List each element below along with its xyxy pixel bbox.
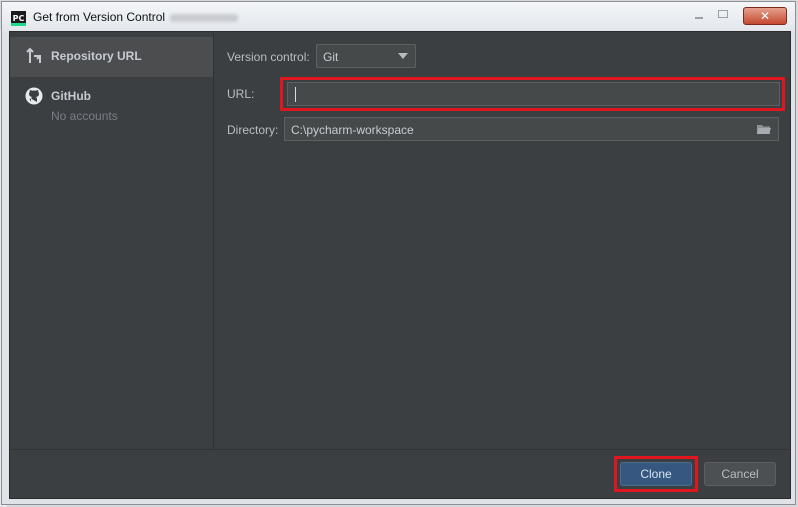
clone-button[interactable]: Clone bbox=[620, 462, 692, 486]
dialog-content: Repository URL GitHub No accounts Versio… bbox=[9, 31, 791, 499]
directory-value: C:\pycharm-workspace bbox=[291, 123, 414, 137]
maximize-button[interactable] bbox=[716, 8, 730, 20]
sidebar: Repository URL GitHub No accounts bbox=[10, 32, 214, 449]
title-blurred-text bbox=[170, 14, 238, 22]
url-input[interactable] bbox=[287, 82, 780, 106]
sidebar-item-repository-url[interactable]: Repository URL bbox=[10, 37, 213, 77]
version-control-label: Version control: bbox=[227, 50, 310, 64]
vcs-arrow-icon bbox=[26, 47, 41, 63]
window-title: Get from Version Control bbox=[33, 10, 166, 24]
directory-input[interactable]: C:\pycharm-workspace bbox=[284, 117, 779, 141]
pycharm-icon: PC bbox=[11, 11, 26, 26]
minimize-button[interactable] bbox=[692, 10, 706, 20]
close-button[interactable]: ✕ bbox=[743, 7, 787, 25]
sidebar-item-label: GitHub bbox=[51, 89, 91, 103]
version-control-select[interactable]: Git bbox=[316, 44, 416, 68]
cancel-button[interactable]: Cancel bbox=[704, 462, 776, 486]
github-accounts-status: No accounts bbox=[51, 109, 118, 123]
folder-icon[interactable] bbox=[757, 123, 771, 135]
chevron-down-icon bbox=[398, 53, 408, 59]
footer-divider bbox=[10, 449, 790, 450]
url-label: URL: bbox=[227, 87, 255, 101]
sidebar-item-github[interactable]: GitHub No accounts bbox=[10, 77, 213, 127]
close-icon: ✕ bbox=[759, 9, 771, 23]
version-control-value: Git bbox=[323, 50, 339, 64]
sidebar-item-label: Repository URL bbox=[51, 49, 142, 63]
title-bar[interactable]: PC Get from Version Control ✕ bbox=[2, 2, 795, 32]
github-icon bbox=[25, 87, 43, 105]
dialog-window: PC Get from Version Control ✕ Repository… bbox=[1, 1, 796, 505]
directory-label: Directory: bbox=[227, 123, 279, 137]
